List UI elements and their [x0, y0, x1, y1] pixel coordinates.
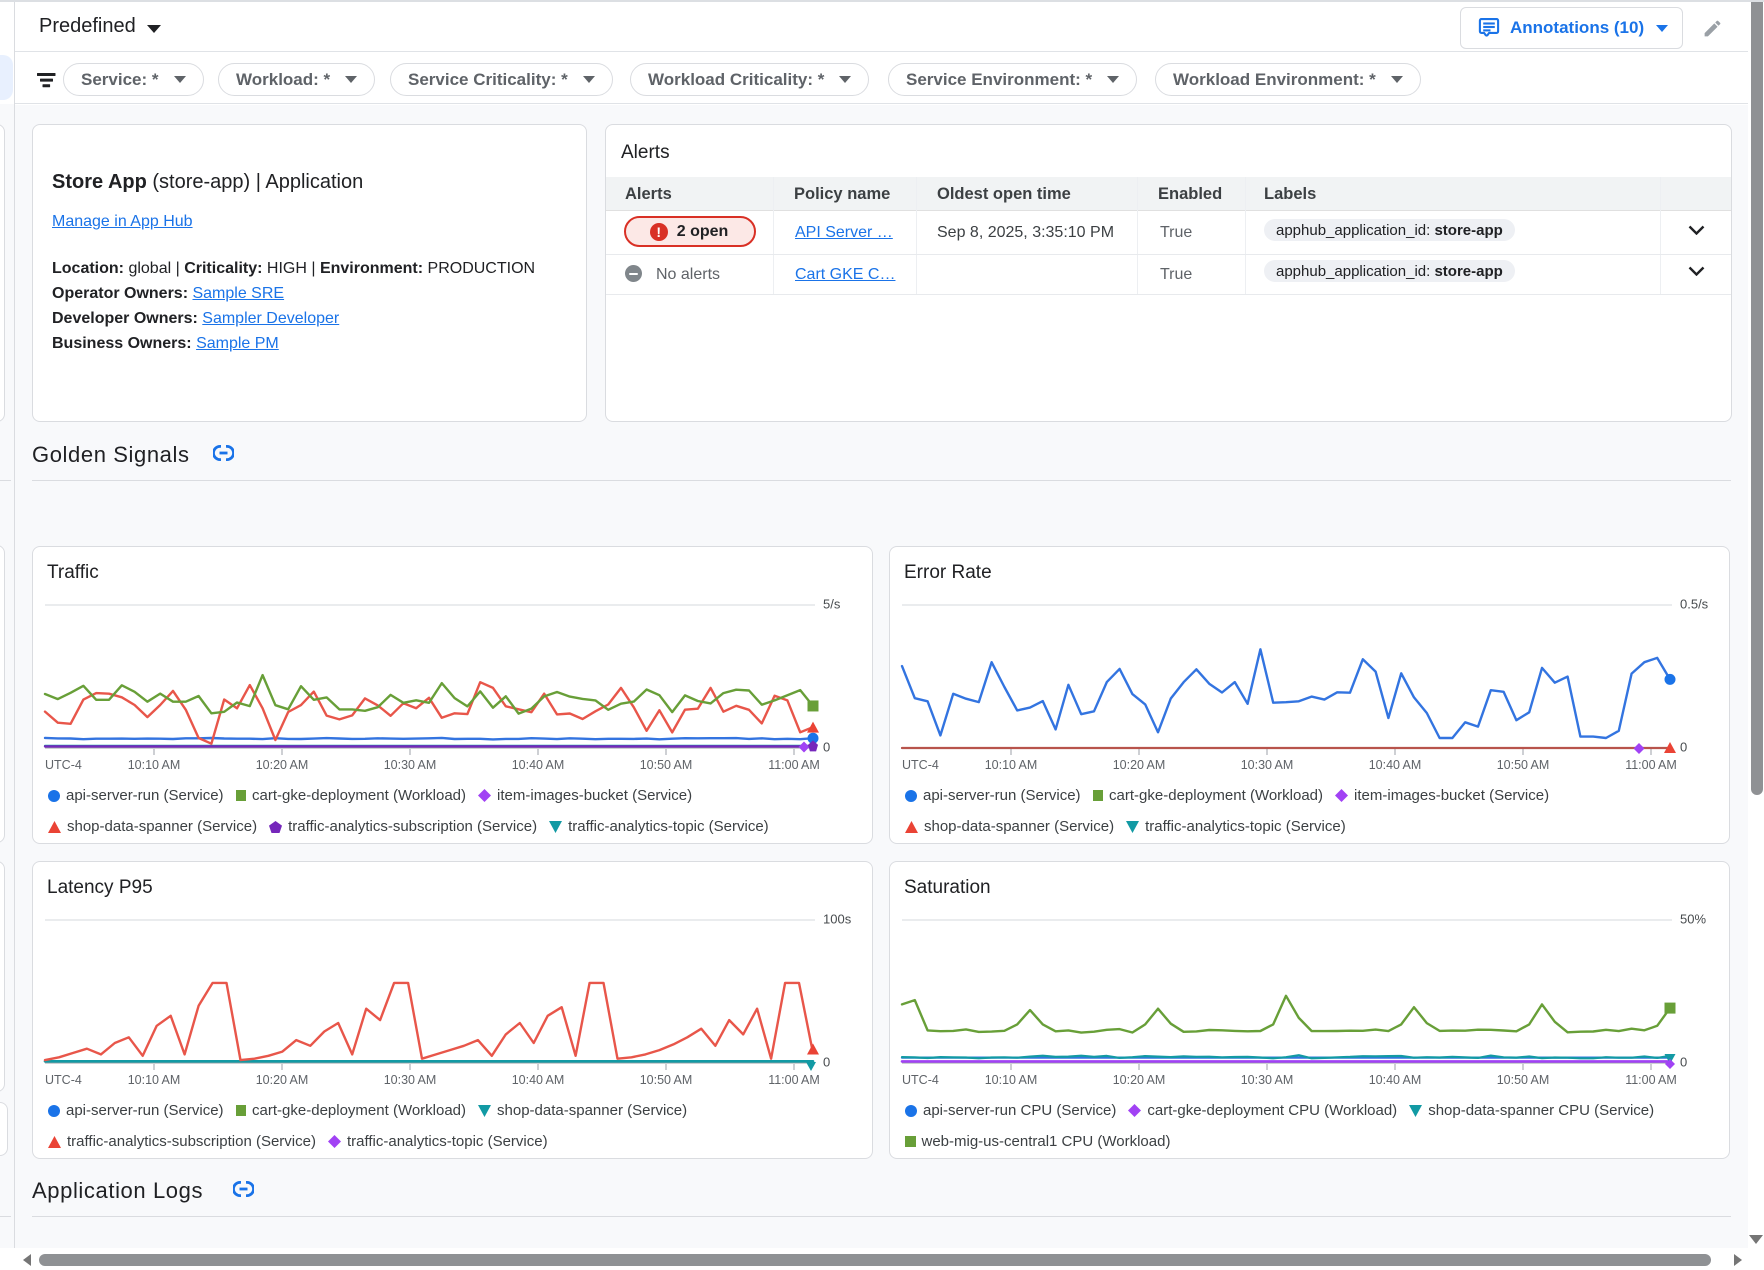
svg-text:10:50 AM: 10:50 AM — [1497, 758, 1550, 772]
svg-text:10:30 AM: 10:30 AM — [1241, 758, 1294, 772]
svg-text:10:50 AM: 10:50 AM — [1497, 1073, 1550, 1087]
svg-text:10:30 AM: 10:30 AM — [384, 1073, 437, 1087]
svg-text:UTC-4: UTC-4 — [45, 758, 82, 772]
svg-text:100s: 100s — [823, 912, 852, 927]
svg-text:10:10 AM: 10:10 AM — [985, 1073, 1038, 1087]
svg-text:5/s: 5/s — [823, 597, 841, 612]
svg-text:10:40 AM: 10:40 AM — [512, 758, 565, 772]
svg-text:UTC-4: UTC-4 — [902, 758, 939, 772]
svg-text:11:00 AM: 11:00 AM — [1625, 758, 1677, 772]
svg-text:11:00 AM: 11:00 AM — [768, 758, 820, 772]
svg-text:10:30 AM: 10:30 AM — [1241, 1073, 1294, 1087]
svg-text:10:20 AM: 10:20 AM — [256, 758, 309, 772]
svg-text:0: 0 — [823, 1055, 830, 1070]
svg-text:0.5/s: 0.5/s — [1680, 597, 1709, 612]
svg-text:UTC-4: UTC-4 — [45, 1073, 82, 1087]
svg-text:10:50 AM: 10:50 AM — [640, 758, 693, 772]
svg-text:11:00 AM: 11:00 AM — [1625, 1073, 1677, 1087]
svg-text:0: 0 — [1680, 1055, 1687, 1070]
svg-text:10:20 AM: 10:20 AM — [256, 1073, 309, 1087]
svg-text:10:10 AM: 10:10 AM — [985, 758, 1038, 772]
svg-text:11:00 AM: 11:00 AM — [768, 1073, 820, 1087]
svg-text:10:10 AM: 10:10 AM — [128, 758, 181, 772]
svg-text:UTC-4: UTC-4 — [902, 1073, 939, 1087]
svg-text:10:40 AM: 10:40 AM — [512, 1073, 565, 1087]
svg-text:10:40 AM: 10:40 AM — [1369, 1073, 1422, 1087]
svg-text:10:50 AM: 10:50 AM — [640, 1073, 693, 1087]
svg-text:0: 0 — [1680, 740, 1687, 755]
svg-text:10:10 AM: 10:10 AM — [128, 1073, 181, 1087]
svg-text:10:30 AM: 10:30 AM — [384, 758, 437, 772]
svg-text:10:40 AM: 10:40 AM — [1369, 758, 1422, 772]
svg-text:10:20 AM: 10:20 AM — [1113, 1073, 1166, 1087]
svg-text:50%: 50% — [1680, 912, 1706, 927]
svg-text:10:20 AM: 10:20 AM — [1113, 758, 1166, 772]
svg-text:0: 0 — [823, 740, 830, 755]
